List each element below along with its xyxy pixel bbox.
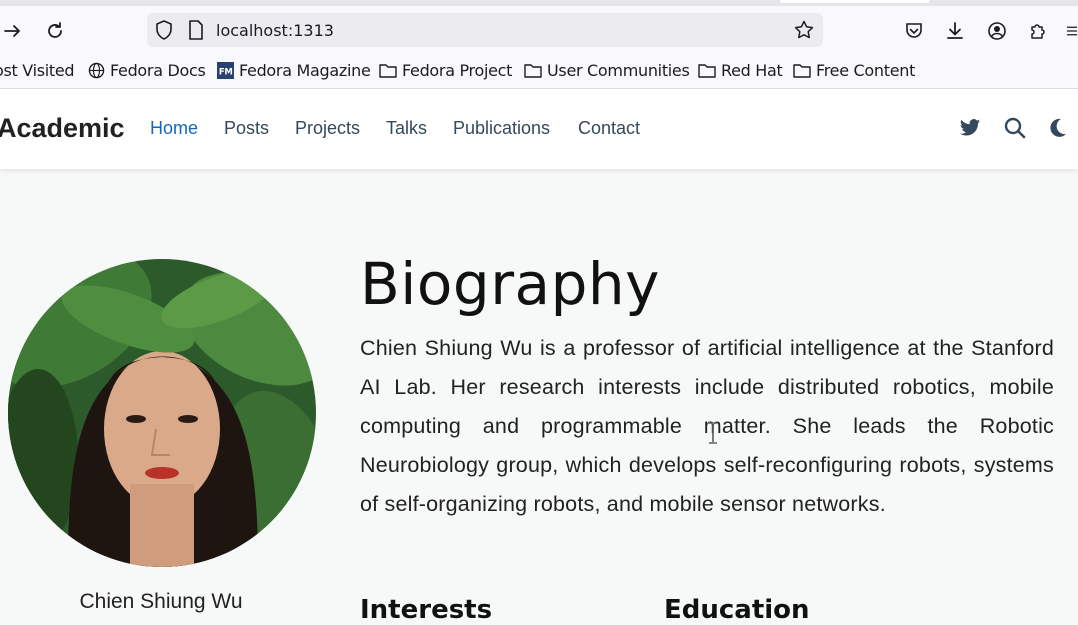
avatar — [8, 259, 316, 567]
folder-icon — [793, 63, 811, 78]
page-icon[interactable] — [185, 19, 207, 41]
moon-icon[interactable] — [1046, 116, 1068, 140]
url-text[interactable]: localhost:1313 — [216, 21, 334, 40]
url-bar[interactable]: localhost:1313 — [147, 13, 823, 47]
site-brand[interactable]: Academic — [0, 113, 125, 144]
folder-icon — [524, 63, 542, 78]
bookmark-label: Red Hat — [721, 61, 783, 80]
reload-icon[interactable] — [44, 20, 66, 42]
folder-icon — [698, 63, 716, 78]
pocket-icon[interactable] — [902, 19, 926, 43]
nav-contact[interactable]: Contact — [578, 118, 640, 139]
search-icon[interactable] — [1003, 116, 1027, 140]
bookmark-label: Fedora Project — [402, 61, 513, 80]
bookmark-label: Free Content — [816, 61, 916, 80]
bookmark-label: ost Visited — [0, 61, 75, 80]
nav-publications[interactable]: Publications — [453, 118, 550, 139]
bookmark-label: Fedora Docs — [110, 61, 206, 80]
bookmark-red-hat[interactable]: Red Hat — [698, 61, 783, 80]
bookmark-free-content[interactable]: Free Content — [793, 61, 915, 80]
star-icon[interactable] — [793, 19, 815, 41]
menu-icon[interactable] — [1066, 19, 1078, 43]
profile-name: Chien Shiung Wu — [79, 590, 243, 613]
nav-talks[interactable]: Talks — [386, 118, 427, 139]
folder-icon — [379, 63, 397, 78]
bookmark-label: User Communities — [547, 61, 690, 80]
svg-text:FM: FM — [219, 67, 233, 77]
education-heading: Education — [664, 595, 810, 625]
bookmark-label: Fedora Magazine — [239, 61, 371, 80]
shield-icon[interactable] — [153, 19, 175, 41]
biography-heading: Biography — [360, 250, 660, 318]
account-icon[interactable] — [985, 19, 1009, 43]
active-tab-edge[interactable] — [780, 0, 930, 3]
forward-icon[interactable] — [2, 20, 24, 42]
bookmark-fedora-magazine[interactable]: FM Fedora Magazine — [217, 61, 371, 80]
bookmark-fedora-project[interactable]: Fedora Project — [379, 61, 512, 80]
nav-projects[interactable]: Projects — [295, 118, 360, 139]
twitter-icon[interactable] — [958, 116, 982, 140]
extensions-icon[interactable] — [1026, 19, 1050, 43]
fedora-magazine-icon: FM — [217, 62, 234, 79]
nav-posts[interactable]: Posts — [224, 118, 269, 139]
bookmark-user-communities[interactable]: User Communities — [524, 61, 690, 80]
nav-home[interactable]: Home — [150, 118, 198, 139]
globe-icon — [88, 62, 105, 79]
site-navbar: Academic Home Posts Projects Talks Publi… — [0, 89, 1078, 169]
download-icon[interactable] — [943, 19, 967, 43]
text-cursor-icon — [706, 421, 720, 450]
bookmark-most-visited[interactable]: ost Visited — [0, 61, 75, 80]
browser-toolbar: localhost:1313 — [0, 6, 1078, 54]
bookmark-fedora-docs[interactable]: Fedora Docs — [88, 61, 206, 80]
bookmarks-toolbar: ost Visited Fedora Docs FM Fedora Magazi… — [0, 54, 1078, 89]
interests-heading: Interests — [360, 595, 493, 625]
